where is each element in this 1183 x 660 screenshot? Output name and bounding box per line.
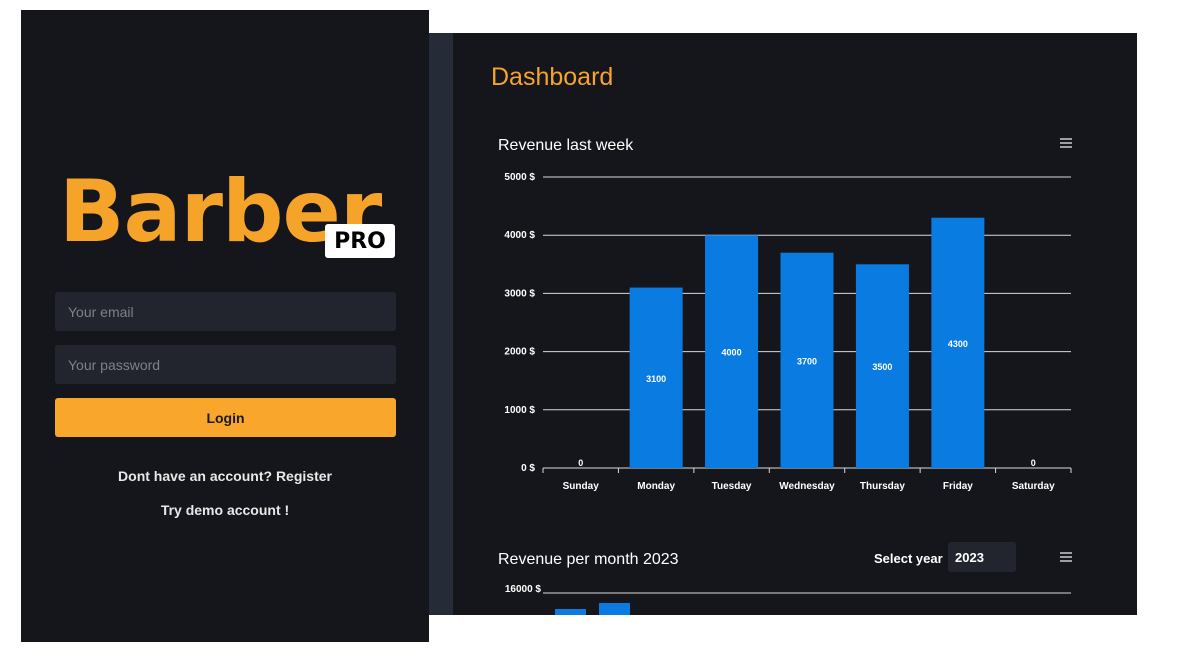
bar: [555, 609, 586, 615]
login-button[interactable]: Login: [55, 398, 396, 437]
register-link[interactable]: Dont have an account? Register: [21, 468, 429, 484]
login-panel: Barber PRO Login Dont have an account? R…: [21, 10, 429, 642]
monthly-revenue-chart: 16000 $: [505, 584, 1071, 615]
email-field[interactable]: [55, 292, 396, 331]
password-field[interactable]: [55, 345, 396, 384]
bar: [599, 603, 630, 615]
y-tick-label: 16000 $: [505, 584, 542, 595]
logo-badge: PRO: [325, 224, 395, 258]
demo-account-link[interactable]: Try demo account !: [21, 502, 429, 518]
barber-pro-logo: Barber PRO: [59, 162, 399, 262]
dashboard-window: Dashboard Revenue last week 0 $1000 $200…: [429, 33, 1137, 615]
